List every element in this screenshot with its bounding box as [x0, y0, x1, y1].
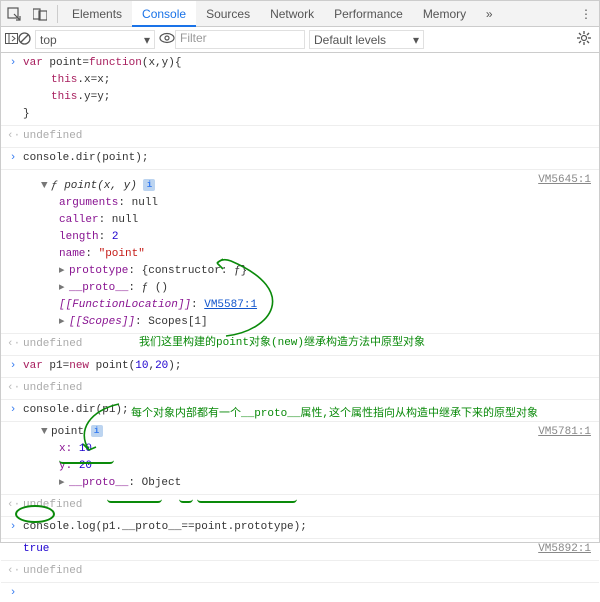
expander-down-icon[interactable]: ▼: [41, 178, 51, 195]
vm-source-link[interactable]: VM5645:1: [538, 172, 591, 189]
more-tabs-icon[interactable]: »: [476, 1, 502, 27]
code-line: console.dir(point);: [23, 152, 148, 164]
input-chevron-icon: ›: [7, 358, 19, 375]
output-chevron-icon: ‹·: [7, 128, 19, 145]
console-output-row: ‹· undefined: [1, 126, 599, 148]
console-output-row: ‹· undefined: [1, 334, 599, 356]
input-chevron-icon: ›: [7, 150, 19, 167]
tab-sources[interactable]: Sources: [196, 1, 260, 27]
console-output-row: ‹· undefined: [1, 561, 599, 583]
code-line: console.log(p1.__proto__==point.prototyp…: [23, 521, 307, 533]
console-output-row: ‹· undefined: [1, 495, 599, 517]
input-chevron-icon: ›: [7, 519, 19, 536]
vm-source-link[interactable]: VM5892:1: [538, 541, 591, 558]
object-tree[interactable]: ▼point i x: 10 y: 20 ▸__proto__: Object: [23, 424, 593, 492]
input-chevron-icon: ›: [7, 585, 19, 602]
console-input-row: › console.dir(point);: [1, 148, 599, 170]
console-output-row: ‹· undefined: [1, 378, 599, 400]
expander-right-icon[interactable]: ▸: [59, 475, 69, 492]
console-prompt[interactable]: ›: [1, 583, 599, 587]
expander-right-icon[interactable]: ▸: [59, 263, 69, 280]
output-chevron-icon: ‹·: [7, 497, 19, 514]
vm-source-link[interactable]: VM5781:1: [538, 424, 591, 441]
output-chevron-icon: ‹·: [7, 380, 19, 397]
tab-console[interactable]: Console: [132, 1, 196, 27]
tab-network[interactable]: Network: [260, 1, 324, 27]
expander-right-icon[interactable]: ▸: [59, 314, 69, 331]
console-output-row: VM5781:1 ▼point i x: 10 y: 20 ▸__proto__…: [1, 422, 599, 495]
console-sidebar-toggle-icon[interactable]: [5, 33, 18, 47]
tab-performance[interactable]: Performance: [324, 1, 413, 27]
function-name: point(x, y): [64, 180, 137, 192]
settings-gear-icon[interactable]: [577, 31, 591, 48]
expander-right-icon[interactable]: ▸: [59, 280, 69, 297]
true-value: true: [23, 543, 49, 555]
levels-dropdown[interactable]: Default levels ▾: [309, 30, 424, 49]
undefined-value: undefined: [23, 565, 82, 577]
undefined-value: undefined: [23, 338, 82, 350]
console-body: › var point=function(x,y){ this.x=x; thi…: [1, 53, 599, 587]
device-toggle-icon[interactable]: [27, 1, 53, 27]
input-chevron-icon: ›: [7, 55, 19, 72]
undefined-value: undefined: [23, 130, 82, 142]
object-name: point: [51, 426, 84, 438]
eye-icon[interactable]: [159, 32, 175, 47]
info-icon[interactable]: i: [91, 425, 103, 437]
info-icon[interactable]: i: [143, 179, 155, 191]
devtools-tabbar: Elements Console Sources Network Perform…: [1, 1, 599, 27]
expander-down-icon[interactable]: ▼: [41, 424, 51, 441]
undefined-value: undefined: [23, 382, 82, 394]
divider: [57, 5, 58, 23]
code-line: this.x=x;: [23, 72, 593, 89]
kebab-menu-icon[interactable]: ⋮: [573, 1, 599, 27]
undefined-value: undefined: [23, 499, 82, 511]
filter-input[interactable]: Filter: [175, 30, 305, 49]
console-input-row: › console.dir(p1);: [1, 400, 599, 422]
levels-value: Default levels: [314, 33, 386, 47]
dropdown-triangle-icon: ▾: [403, 33, 419, 47]
console-input-row: › console.log(p1.__proto__==point.protot…: [1, 517, 599, 539]
tab-memory[interactable]: Memory: [413, 1, 476, 27]
console-input-row: › var point=function(x,y){ this.x=x; thi…: [1, 53, 599, 126]
context-dropdown[interactable]: top ▾: [35, 30, 155, 49]
console-input-row: › var p1=new point(10,20);: [1, 356, 599, 378]
output-chevron-icon: ‹·: [7, 563, 19, 580]
context-value: top: [40, 33, 57, 47]
tab-elements[interactable]: Elements: [62, 1, 132, 27]
clear-console-icon[interactable]: [18, 32, 31, 48]
code-line: }: [23, 106, 593, 123]
dropdown-triangle-icon: ▾: [134, 33, 150, 47]
input-chevron-icon: ›: [7, 402, 19, 419]
output-chevron-icon: ‹·: [7, 336, 19, 353]
object-tree[interactable]: ▼ƒ point(x, y) i arguments: null caller:…: [23, 178, 593, 331]
code-line: console.dir(p1);: [23, 404, 129, 416]
inspect-icon[interactable]: [1, 1, 27, 27]
console-toolbar: top ▾ Filter Default levels ▾: [1, 27, 599, 53]
console-output-row: VM5645:1 ▼ƒ point(x, y) i arguments: nul…: [1, 170, 599, 334]
console-output-row: VM5892:1 true: [1, 539, 599, 561]
source-link[interactable]: VM5587:1: [204, 299, 257, 311]
code-line: var point=function(x,y){: [23, 55, 593, 72]
code-line: this.y=y;: [23, 89, 593, 106]
